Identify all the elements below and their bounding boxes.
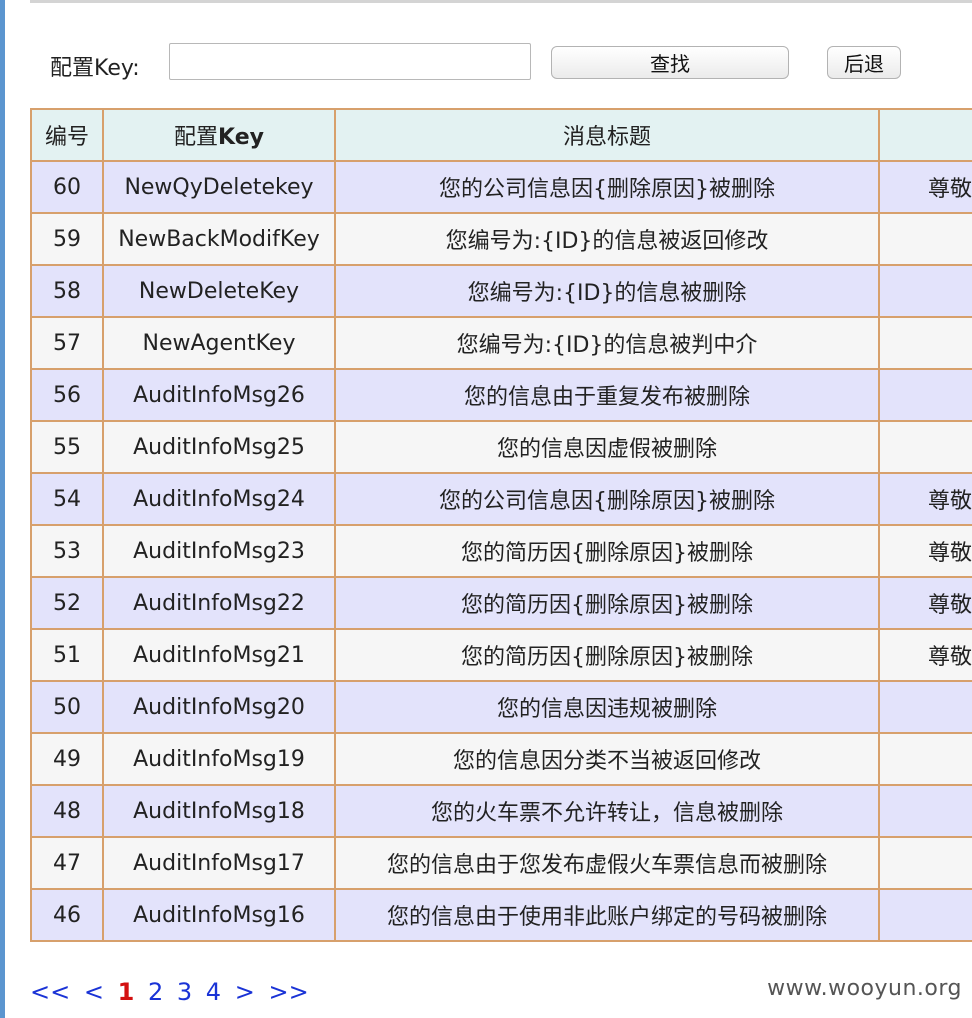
cell-message-title: 您的公司信息因{删除原因}被删除 (334, 160, 880, 214)
cell-extra: 尊敬 (878, 160, 972, 214)
cell-id: 56 (30, 368, 104, 422)
cell-extra (878, 264, 972, 318)
cell-message-title: 您的火车票不允许转让，信息被删除 (334, 784, 880, 838)
header-config-key-bold: Key (218, 125, 264, 150)
cell-message-title: 您的信息因虚假被删除 (334, 420, 880, 474)
cell-id: 51 (30, 628, 104, 682)
cell-message-title: 您编号为:{ID}的信息被删除 (334, 264, 880, 318)
cell-id: 57 (30, 316, 104, 370)
next-page-link[interactable]: > (235, 978, 255, 1006)
cell-config-key: NewDeleteKey (102, 264, 336, 318)
cell-extra: 尊敬 (878, 472, 972, 526)
table-row: 55 AuditInfoMsg25 您的信息因虚假被删除 (30, 420, 972, 474)
page-link[interactable]: 3 (177, 978, 192, 1006)
cell-config-key: AuditInfoMsg17 (102, 836, 336, 890)
first-page-link[interactable]: << (30, 978, 70, 1006)
cell-message-title: 您的简历因{删除原因}被删除 (334, 576, 880, 630)
cell-id: 55 (30, 420, 104, 474)
cell-config-key: NewBackModifKey (102, 212, 336, 266)
cell-id: 50 (30, 680, 104, 734)
search-button[interactable]: 查找 (551, 46, 789, 79)
table-row: 60 NewQyDeletekey 您的公司信息因{删除原因}被删除 尊敬 (30, 160, 972, 214)
cell-config-key: AuditInfoMsg23 (102, 524, 336, 578)
cell-extra (878, 212, 972, 266)
cell-config-key: AuditInfoMsg26 (102, 368, 336, 422)
cell-message-title: 您的简历因{删除原因}被删除 (334, 524, 880, 578)
table-row: 49 AuditInfoMsg19 您的信息因分类不当被返回修改 (30, 732, 972, 786)
cell-id: 52 (30, 576, 104, 630)
cell-id: 48 (30, 784, 104, 838)
cell-extra (878, 316, 972, 370)
cell-config-key: NewAgentKey (102, 316, 336, 370)
page-link[interactable]: 2 (148, 978, 163, 1006)
cell-extra (878, 784, 972, 838)
header-id: 编号 (30, 108, 104, 162)
table-row: 46 AuditInfoMsg16 您的信息由于使用非此账户绑定的号码被删除 (30, 888, 972, 942)
cell-config-key: AuditInfoMsg19 (102, 732, 336, 786)
header-message-title: 消息标题 (334, 108, 880, 162)
table-row: 51 AuditInfoMsg21 您的简历因{删除原因}被删除 尊敬 (30, 628, 972, 682)
last-page-link[interactable]: >> (268, 978, 308, 1006)
cell-message-title: 您的公司信息因{删除原因}被删除 (334, 472, 880, 526)
header-config-key-prefix: 配置 (174, 125, 219, 150)
table-row: 52 AuditInfoMsg22 您的简历因{删除原因}被删除 尊敬 (30, 576, 972, 630)
cell-id: 58 (30, 264, 104, 318)
cell-message-title: 您编号为:{ID}的信息被判中介 (334, 316, 880, 370)
pagination: << < 1 2 3 4 > >> (30, 978, 315, 1006)
cell-message-title: 您编号为:{ID}的信息被返回修改 (334, 212, 880, 266)
table-row: 58 NewDeleteKey 您编号为:{ID}的信息被删除 (30, 264, 972, 318)
cell-config-key: AuditInfoMsg22 (102, 576, 336, 630)
cell-config-key: AuditInfoMsg16 (102, 888, 336, 942)
cell-extra (878, 836, 972, 890)
cell-config-key: NewQyDeletekey (102, 160, 336, 214)
config-key-input[interactable] (169, 43, 531, 80)
page-link-current[interactable]: 1 (118, 978, 135, 1006)
table-row: 48 AuditInfoMsg18 您的火车票不允许转让，信息被删除 (30, 784, 972, 838)
left-accent-bar (0, 0, 5, 1018)
cell-extra: 尊敬 (878, 524, 972, 578)
cell-config-key: AuditInfoMsg25 (102, 420, 336, 474)
table-row: 47 AuditInfoMsg17 您的信息由于您发布虚假火车票信息而被删除 (30, 836, 972, 890)
cell-message-title: 您的信息因违规被删除 (334, 680, 880, 734)
cell-extra (878, 680, 972, 734)
cell-message-title: 您的信息由于您发布虚假火车票信息而被删除 (334, 836, 880, 890)
cell-message-title: 您的信息因分类不当被返回修改 (334, 732, 880, 786)
cell-extra (878, 888, 972, 942)
cell-extra (878, 732, 972, 786)
table-row: 54 AuditInfoMsg24 您的公司信息因{删除原因}被删除 尊敬 (30, 472, 972, 526)
config-key-label: 配置Key: (50, 56, 140, 81)
watermark: www.wooyun.org (767, 976, 962, 1001)
cell-config-key: AuditInfoMsg24 (102, 472, 336, 526)
cell-extra: 尊敬 (878, 576, 972, 630)
cell-extra (878, 420, 972, 474)
table-row: 50 AuditInfoMsg20 您的信息因违规被删除 (30, 680, 972, 734)
table-header-row: 编号 配置Key 消息标题 (30, 108, 972, 162)
cell-extra: 尊敬 (878, 628, 972, 682)
cell-config-key: AuditInfoMsg20 (102, 680, 336, 734)
table-row: 57 NewAgentKey 您编号为:{ID}的信息被判中介 (30, 316, 972, 370)
page-link[interactable]: 4 (206, 978, 221, 1006)
top-divider (30, 0, 972, 3)
cell-id: 47 (30, 836, 104, 890)
cell-message-title: 您的简历因{删除原因}被删除 (334, 628, 880, 682)
cell-id: 49 (30, 732, 104, 786)
cell-id: 54 (30, 472, 104, 526)
header-extra (878, 108, 972, 162)
table-row: 53 AuditInfoMsg23 您的简历因{删除原因}被删除 尊敬 (30, 524, 972, 578)
cell-message-title: 您的信息由于重复发布被删除 (334, 368, 880, 422)
config-table: 编号 配置Key 消息标题 60 NewQyDeletekey 您的公司信息因{删除… (30, 108, 972, 942)
cell-id: 53 (30, 524, 104, 578)
cell-id: 60 (30, 160, 104, 214)
cell-config-key: AuditInfoMsg21 (102, 628, 336, 682)
cell-id: 46 (30, 888, 104, 942)
cell-id: 59 (30, 212, 104, 266)
table-row: 59 NewBackModifKey 您编号为:{ID}的信息被返回修改 (30, 212, 972, 266)
table-row: 56 AuditInfoMsg26 您的信息由于重复发布被删除 (30, 368, 972, 422)
prev-page-link[interactable]: < (84, 978, 104, 1006)
cell-extra (878, 368, 972, 422)
header-config-key: 配置Key (102, 108, 336, 162)
back-button[interactable]: 后退 (827, 46, 901, 79)
cell-message-title: 您的信息由于使用非此账户绑定的号码被删除 (334, 888, 880, 942)
cell-config-key: AuditInfoMsg18 (102, 784, 336, 838)
